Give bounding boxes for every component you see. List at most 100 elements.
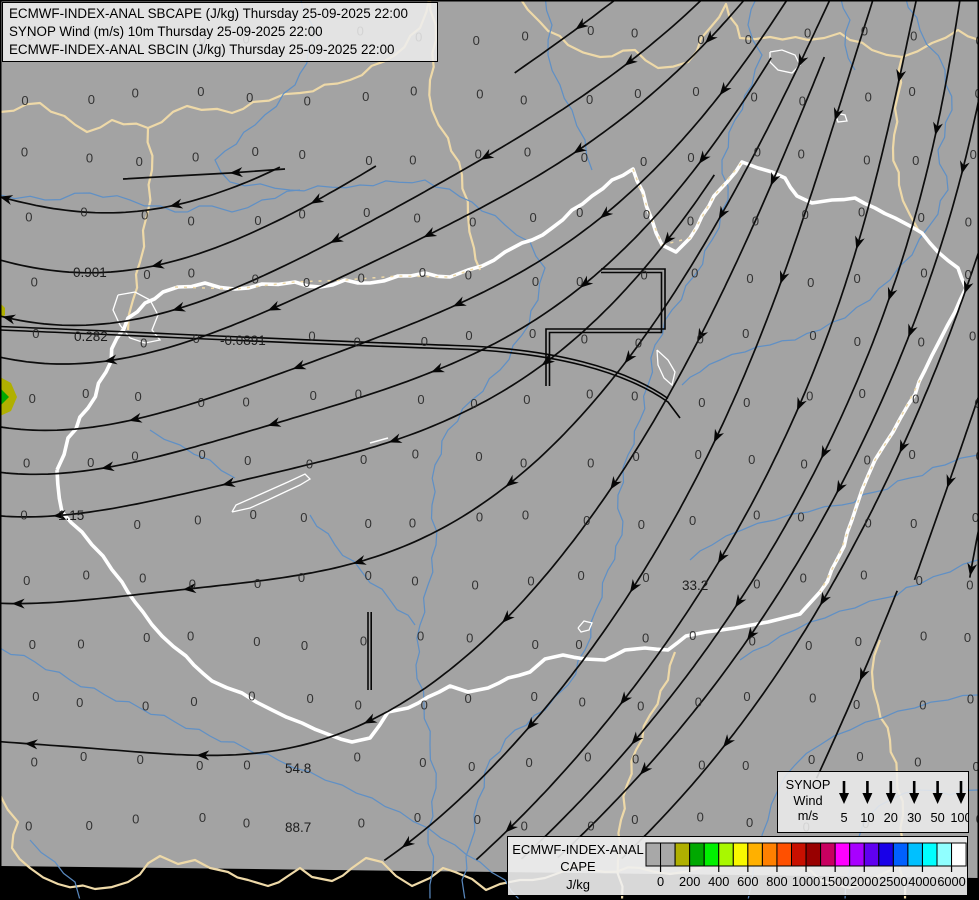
grid-zero-label: 0 [308,328,315,343]
grid-zero-label: 0 [632,751,639,766]
grid-zero-label: 0 [464,691,471,706]
grid-zero-label: 0 [798,146,805,161]
grid-zero-label: 0 [246,90,253,105]
grid-zero-label: 0 [805,638,812,653]
grid-zero-label: 0 [697,32,704,47]
grid-zero-label: 0 [525,755,532,770]
grid-zero-label: 0 [476,509,483,524]
grid-zero-label: 0 [750,89,757,104]
wind-arrow-icon [862,793,873,804]
grid-zero-label: 0 [914,754,921,769]
grid-zero-label: 0 [584,749,591,764]
grid-zero-label: 0 [244,453,251,468]
grid-zero-label: 0 [87,455,94,470]
grid-zero-label: 0 [143,630,150,645]
point-value-label: 0.901 [73,265,107,280]
cape-color-swatch [878,842,894,867]
grid-zero-label: 0 [579,694,586,709]
grid-zero-label: 0 [354,335,361,350]
grid-zero-label: 0 [858,205,865,220]
grid-zero-label: 0 [586,386,593,401]
grid-zero-label: 0 [687,213,694,228]
cape-color-swatch [820,842,836,867]
grid-zero-label: 0 [355,386,362,401]
grid-zero-label: 0 [521,29,528,44]
grid-zero-label: 0 [23,456,30,471]
grid-zero-label: 0 [254,213,261,228]
wind-speed-value: 5 [840,810,847,825]
grid-zero-label: 0 [529,326,536,341]
grid-zero-label: 0 [698,758,705,773]
grid-zero-label: 0 [82,386,89,401]
map-canvas: 0 0 0 0 0 0 0 0 0 0 0 0 0 0 0 0 0 0 0 0 0 0 0 0 0 0 0 0 0 0 0 0 0 0 0 0 0 0 0 0… [0,0,979,900]
cape-scale-tick-label: 600 [737,874,758,889]
cape-color-swatch [849,842,865,867]
grid-zero-label: 0 [642,631,649,646]
grid-zero-label: 0 [745,32,752,47]
grid-zero-label: 0 [32,689,39,704]
cape-legend-unit: J/kg [566,877,590,892]
grid-zero-label: 0 [908,84,915,99]
grid-zero-label: 0 [746,271,753,286]
cape-color-swatch [936,842,953,867]
cape-color-swatch [645,842,662,867]
grid-zero-label: 0 [25,819,32,834]
wind-legend-title: SYNOP Wind m/s [785,777,831,823]
grid-zero-label: 0 [250,507,257,522]
grid-zero-label: 0 [864,516,871,531]
cape-color-swatch [703,842,720,867]
grid-zero-label: 0 [475,146,482,161]
grid-zero-label: 0 [131,449,138,464]
title-line-sbcin: ECMWF-INDEX-ANAL SBCIN (J/kg) Thursday 2… [9,42,395,58]
grid-zero-label: 0 [642,570,649,585]
cape-color-swatch [951,842,967,867]
grid-zero-label: 0 [132,85,139,100]
grid-zero-label: 0 [198,447,205,462]
grid-zero-label: 0 [920,629,927,644]
grid-zero-label: 0 [25,210,32,225]
grid-zero-label: 0 [76,695,83,710]
grid-zero-label: 0 [414,810,421,825]
cape-legend-panel: ECMWF-INDEX-ANAL CAPE J/kg 0 200 400 600 800… [507,836,968,896]
grid-zero-label: 0 [637,699,644,714]
grid-zero-label: 0 [362,89,369,104]
cape-scale-tick-label: 4000 [908,874,936,889]
cape-color-swatch [805,842,822,867]
grid-zero-label: 0 [965,215,972,230]
grid-zero-label: 0 [520,455,527,470]
grid-zero-label: 0 [692,84,699,99]
wind-arrow-icon [885,793,896,804]
grid-zero-label: 0 [421,697,428,712]
cape-color-swatch [907,842,923,867]
wind-arrow-icon [932,793,943,804]
grid-zero-label: 0 [587,455,594,470]
grid-zero-label: 0 [410,84,417,99]
grid-zero-label: 0 [475,449,482,464]
grid-zero-label: 0 [469,215,476,230]
cape-scale-tick-label: 1000 [792,874,820,889]
cape-scale-tick-label: 200 [679,874,700,889]
grid-zero-label: 0 [21,93,28,108]
grid-zero-label: 0 [754,144,761,159]
grid-zero-label: 0 [856,749,863,764]
grid-zero-label: 0 [806,389,813,404]
cape-color-swatch [660,842,676,867]
grid-zero-label: 0 [360,634,367,649]
grid-zero-label: 0 [193,331,200,346]
wind-speed-value: 10 [860,810,874,825]
grid-zero-label: 0 [912,392,919,407]
grid-zero-label: 0 [864,453,871,468]
grid-zero-label: 0 [190,694,197,709]
grid-zero-label: 0 [298,570,305,585]
grid-zero-label: 0 [419,265,426,280]
point-value-label: 33.2 [682,578,708,593]
grid-zero-label: 0 [88,92,95,107]
point-value-label: 0.282 [74,329,108,344]
grid-zero-label: 0 [303,275,310,290]
grid-zero-label: 0 [132,812,139,827]
wind-arrow-icon [909,793,920,804]
grid-zero-label: 0 [529,210,536,225]
grid-zero-label: 0 [365,568,372,583]
grid-zero-label: 0 [964,630,971,645]
grid-zero-label: 0 [77,637,84,652]
